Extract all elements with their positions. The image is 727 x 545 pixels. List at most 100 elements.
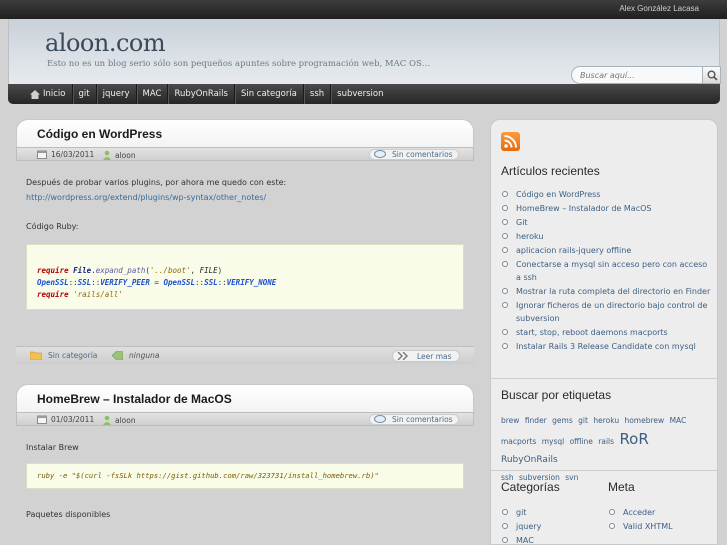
tag-link[interactable]: MAC xyxy=(670,416,687,425)
calendar-icon xyxy=(37,415,47,424)
wp-syntax-link[interactable]: http://wordpress.org/extend/plugins/wp-s… xyxy=(26,193,266,202)
recent-post-link-label: Git xyxy=(516,218,528,227)
search-button[interactable] xyxy=(702,66,721,84)
author-name: Alex González Lacasa xyxy=(619,4,699,13)
tag-link[interactable]: homebrew xyxy=(624,416,664,425)
nav-item-ssh[interactable]: ssh xyxy=(304,84,332,104)
post-meta: 01/03/2011 aloon Sin comentarios xyxy=(16,412,474,426)
sidebar: Artículos recientes Código en WordPress H… xyxy=(490,119,718,545)
meta-link[interactable]: Valid XHTML xyxy=(608,520,708,533)
comments-link[interactable]: Sin comentarios xyxy=(369,414,459,425)
tag-link[interactable]: gems xyxy=(552,416,573,425)
tag-link[interactable]: macports xyxy=(501,437,536,446)
category-link[interactable]: MAC xyxy=(501,534,601,545)
tag-link[interactable]: heroku xyxy=(593,416,619,425)
post-meta: 16/03/2011 aloon Sin comentarios xyxy=(16,147,474,161)
comment-icon xyxy=(374,150,386,158)
nav-item-subversion[interactable]: subversion xyxy=(331,84,389,104)
post-category[interactable]: Sin categoría xyxy=(30,351,97,360)
category-link-label: MAC xyxy=(516,536,534,545)
bullet-icon xyxy=(502,329,508,335)
paragraph: Después de probar varios plugins, por ah… xyxy=(26,178,287,187)
bullet-icon xyxy=(502,509,508,515)
post-footer: Sin categoría ninguna Leer mas xyxy=(16,346,474,364)
tag-link[interactable]: mysql xyxy=(542,437,565,446)
post-content: Después de probar varios plugins, por ah… xyxy=(16,161,474,310)
search-icon xyxy=(707,70,718,81)
recent-post-link[interactable]: aplicacion rails-jquery offline xyxy=(501,244,713,257)
code-line: ruby -e "$(curl -fsSLk https://gist.gith… xyxy=(37,471,379,480)
paragraph: Código Ruby: xyxy=(26,222,79,231)
bullet-icon xyxy=(502,302,508,308)
meta-widget: Meta Acceder Valid XHTML xyxy=(608,480,708,534)
search-input[interactable] xyxy=(571,66,703,84)
nav-item-inicio[interactable]: Inicio xyxy=(24,84,73,104)
bullet-icon xyxy=(502,205,508,211)
nav-item-mac[interactable]: MAC xyxy=(137,84,169,104)
post-content: Instalar Brew ruby -e "$(curl -fsSLk htt… xyxy=(16,426,474,520)
post-date: 01/03/2011 xyxy=(37,415,94,424)
recent-post-link[interactable]: Git xyxy=(501,216,713,229)
divider xyxy=(491,378,717,379)
double-chevron-icon xyxy=(397,352,408,360)
read-more-button[interactable]: Leer mas xyxy=(392,350,460,362)
post-author[interactable]: aloon xyxy=(103,150,136,160)
recent-post-link-label: HomeBrew – Instalador de MacOS xyxy=(516,204,652,213)
post-header: HomeBrew – Instalador de MacOS xyxy=(16,384,474,412)
recent-post-link-label: Código en WordPress xyxy=(516,190,601,199)
rss-icon xyxy=(504,135,517,148)
recent-post-link-label: Mostrar la ruta completa del directorio … xyxy=(516,287,711,296)
post-title[interactable]: Código en WordPress xyxy=(37,127,162,141)
meta-link-label: Valid XHTML xyxy=(623,522,673,531)
recent-post-link-label: aplicacion rails-jquery offline xyxy=(516,246,632,255)
recent-post-link-label: Instalar Rails 3 Release Candidate con m… xyxy=(516,342,696,351)
post-author[interactable]: aloon xyxy=(103,415,136,425)
nav-label: Inicio xyxy=(43,89,66,99)
recent-post-link[interactable]: heroku xyxy=(501,230,713,243)
code-line: require 'rails/all' xyxy=(37,290,123,299)
tag-link[interactable]: RubyOnRails xyxy=(501,455,558,465)
recent-post-link-label: Conectarse a mysql sin acceso pero con a… xyxy=(516,260,708,282)
tag-link[interactable]: finder xyxy=(525,416,547,425)
bullet-icon xyxy=(502,537,508,543)
tag-link[interactable]: brew xyxy=(501,416,519,425)
category-link-label: git xyxy=(516,508,527,517)
recent-post-link[interactable]: Conectarse a mysql sin acceso pero con a… xyxy=(501,258,713,284)
code-block: require File.expand_path('../boot', FILE… xyxy=(26,244,464,310)
category-link-label: jquery xyxy=(516,522,542,531)
category-link[interactable]: jquery xyxy=(501,520,601,533)
tag-link[interactable]: RoR xyxy=(619,430,648,448)
recent-post-link[interactable]: Código en WordPress xyxy=(501,188,713,201)
comments-link[interactable]: Sin comentarios xyxy=(369,149,459,160)
code-line: require File.expand_path('../boot', FILE… xyxy=(37,266,223,275)
tag-link[interactable]: rails xyxy=(598,437,614,446)
rss-feed-link[interactable] xyxy=(501,132,520,151)
recent-post-link[interactable]: start, stop, reboot daemons macports xyxy=(501,326,713,339)
category-link[interactable]: git xyxy=(501,506,601,519)
divider xyxy=(491,470,717,471)
recent-post-link[interactable]: Ignorar ficheros de un directorio bajo c… xyxy=(501,299,713,325)
recent-post-link-label: start, stop, reboot daemons macports xyxy=(516,328,668,337)
recent-posts-widget: Artículos recientes Código en WordPress H… xyxy=(501,164,713,354)
nav-item-git[interactable]: git xyxy=(73,84,97,104)
meta-link-label: Acceder xyxy=(623,508,656,517)
tag-link[interactable]: git xyxy=(578,416,588,425)
nav-item-rubyonrails[interactable]: RubyOnRails xyxy=(168,84,235,104)
recent-post-link[interactable]: HomeBrew – Instalador de MacOS xyxy=(501,202,713,215)
post-title[interactable]: HomeBrew – Instalador de MacOS xyxy=(37,392,232,406)
meta-link[interactable]: Acceder xyxy=(608,506,708,519)
calendar-icon xyxy=(37,150,47,159)
recent-post-link-label: heroku xyxy=(516,232,544,241)
meta-list: Acceder Valid XHTML xyxy=(608,506,708,533)
bullet-icon xyxy=(502,288,508,294)
recent-post-link[interactable]: Instalar Rails 3 Release Candidate con m… xyxy=(501,340,713,353)
recent-posts-title: Artículos recientes xyxy=(501,164,600,178)
site-title[interactable]: aloon.com xyxy=(45,29,166,57)
nav-item-jquery[interactable]: jquery xyxy=(97,84,137,104)
nav-item-sin-categoria[interactable]: Sin categoría xyxy=(235,84,304,104)
recent-post-link[interactable]: Mostrar la ruta completa del directorio … xyxy=(501,285,713,298)
tag-link[interactable]: offline xyxy=(570,437,593,446)
user-icon xyxy=(103,150,111,160)
tag-icon xyxy=(112,351,123,360)
